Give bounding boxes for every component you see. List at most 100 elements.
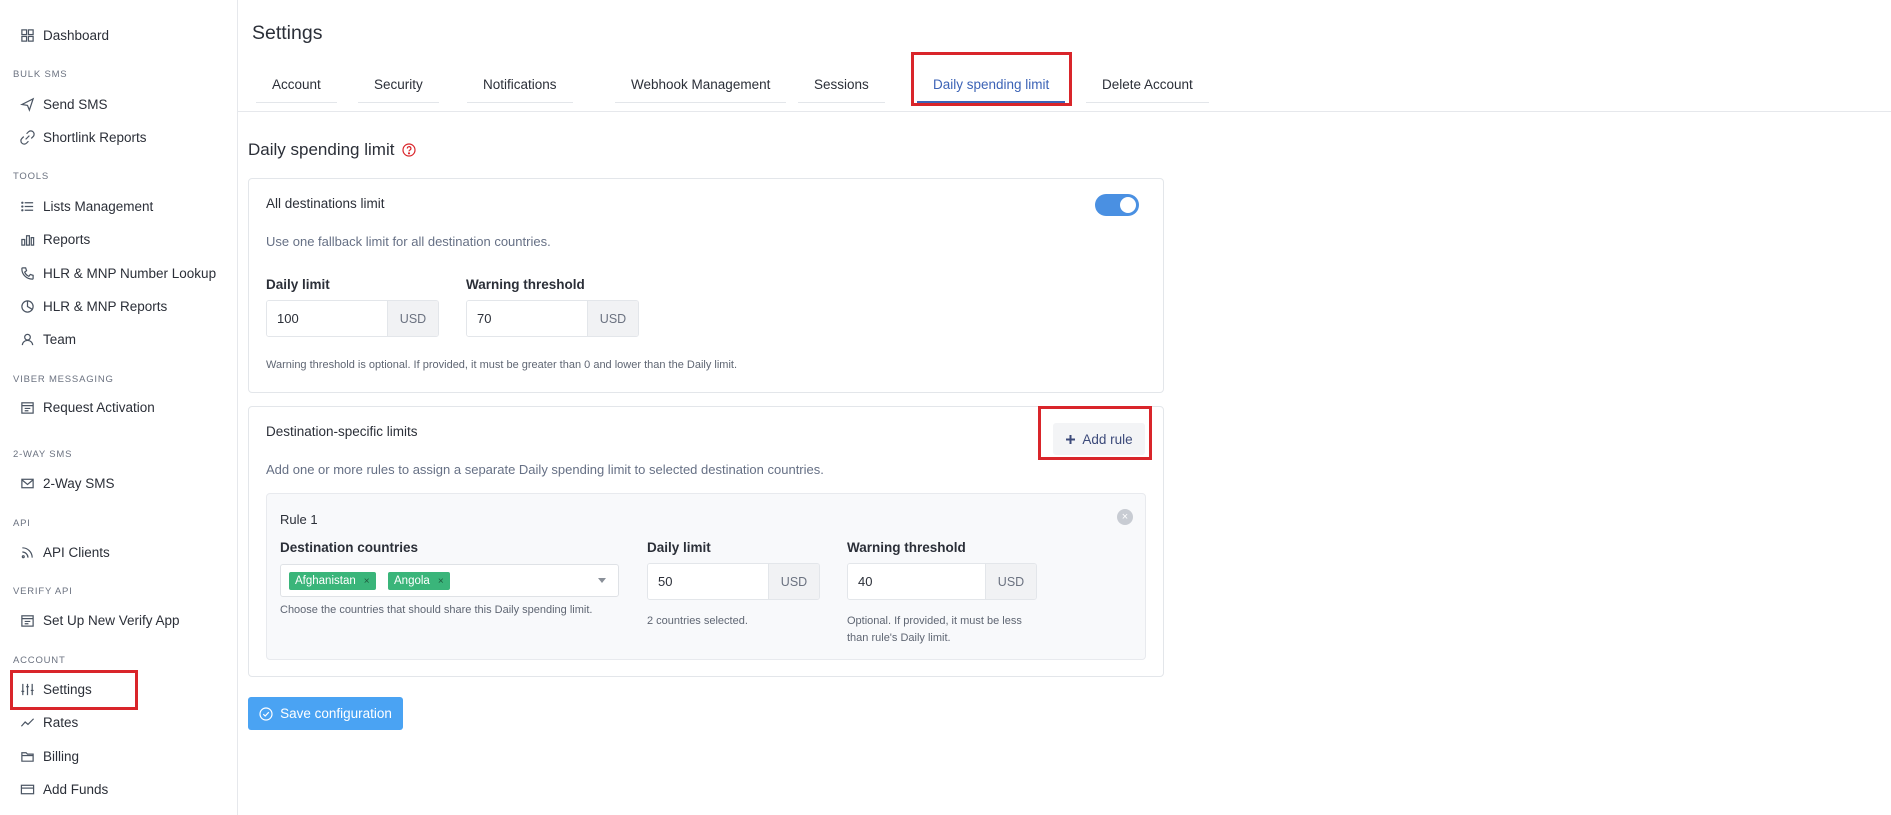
sidebar-item-label: Settings — [43, 681, 92, 697]
sidebar-item-hlr-reports[interactable]: HLR & MNP Reports — [20, 296, 167, 316]
daily-limit-label: Daily limit — [266, 277, 330, 292]
destination-countries-label: Destination countries — [280, 540, 419, 555]
settings-tabs: Account Security Notifications Webhook M… — [238, 58, 1891, 112]
tab-daily-spending-limit[interactable]: Daily spending limit — [917, 73, 1066, 103]
sidebar-section-2way: 2-WAY SMS — [13, 449, 73, 460]
rule-card: Rule 1 × Destination countries Afghanist… — [266, 493, 1146, 660]
country-chip: Afghanistan × — [289, 572, 376, 590]
currency-suffix: USD — [768, 564, 819, 599]
credit-card-icon — [20, 784, 35, 794]
sidebar-section-api: API — [13, 518, 31, 529]
destination-specific-desc: Add one or more rules to assign a separa… — [266, 462, 824, 477]
tab-security[interactable]: Security — [358, 73, 439, 103]
sidebar-item-label: Shortlink Reports — [43, 129, 147, 145]
sidebar-item-request-activation[interactable]: Request Activation — [20, 397, 155, 417]
sidebar-item-label: Dashboard — [43, 27, 110, 43]
mail-icon — [21, 478, 34, 488]
sidebar-item-api-clients[interactable]: API Clients — [20, 542, 110, 562]
close-icon[interactable]: × — [1117, 509, 1133, 525]
rule-title: Rule 1 — [280, 512, 318, 527]
sidebar-item-hlr-lookup[interactable]: HLR & MNP Number Lookup — [20, 263, 216, 283]
save-configuration-button[interactable]: Save configuration — [248, 697, 403, 730]
list-icon — [21, 201, 34, 211]
all-destinations-toggle[interactable] — [1095, 194, 1139, 216]
destination-specific-title: Destination-specific limits — [266, 424, 418, 439]
daily-limit-input-group: USD — [266, 300, 439, 337]
toggle-knob — [1120, 197, 1136, 213]
tab-notifications[interactable]: Notifications — [467, 73, 573, 103]
destination-countries-select[interactable]: Afghanistan × Angola × — [280, 564, 619, 597]
plus-icon — [1066, 434, 1076, 444]
warning-hint-line-1: Optional. If provided, it must be less — [847, 615, 1022, 627]
chip-label: Angola — [394, 575, 430, 587]
currency-suffix: USD — [587, 301, 638, 336]
page-title: Settings — [252, 22, 323, 44]
folder-icon — [21, 751, 34, 762]
sidebar-item-send-sms[interactable]: Send SMS — [20, 94, 108, 114]
sidebar-item-label: Reports — [43, 231, 91, 247]
warning-hint-line-2: than rule's Daily limit. — [847, 632, 951, 644]
all-destinations-desc: Use one fallback limit for all destinati… — [266, 234, 551, 249]
sidebar-item-label: Billing — [43, 748, 80, 764]
link-icon — [20, 129, 35, 145]
sidebar-item-verify-app[interactable]: Set Up New Verify App — [20, 610, 180, 630]
sidebar-item-team[interactable]: Team — [20, 329, 76, 349]
country-chip: Angola × — [388, 572, 450, 590]
rule-daily-limit-input[interactable] — [648, 564, 768, 599]
rss-icon — [21, 546, 33, 558]
rule-warning-threshold-input-group: USD — [847, 563, 1037, 600]
pie-icon — [21, 299, 34, 313]
destination-specific-card: Destination-specific limits Add rule Add… — [248, 406, 1164, 677]
section-title: Daily spending limit — [248, 140, 417, 160]
countries-hint: Choose the countries that should share t… — [280, 604, 593, 616]
currency-suffix: USD — [985, 564, 1036, 599]
sidebar-item-lists-management[interactable]: Lists Management — [20, 196, 153, 216]
phone-icon — [21, 266, 34, 280]
sidebar-section-bulk-sms: BULK SMS — [13, 69, 68, 80]
sidebar-section-tools: TOOLS — [13, 171, 50, 182]
add-rule-label: Add rule — [1082, 431, 1133, 447]
sidebar-item-dashboard[interactable]: Dashboard — [20, 25, 109, 45]
trend-icon — [20, 717, 35, 727]
sidebar: Dashboard BULK SMS Send SMS Shortlink Re… — [0, 0, 238, 815]
warning-threshold-input-group: USD — [466, 300, 639, 337]
warning-threshold-input[interactable] — [467, 301, 587, 336]
grid-icon — [21, 28, 34, 42]
sidebar-item-settings[interactable]: Settings — [20, 679, 92, 699]
check-circle-icon — [259, 706, 273, 721]
warning-threshold-label: Warning threshold — [466, 277, 585, 292]
help-icon[interactable] — [402, 143, 417, 157]
all-destinations-title: All destinations limit — [266, 196, 385, 211]
calendar-icon — [21, 614, 34, 627]
sidebar-item-label: Add Funds — [43, 781, 109, 797]
tab-sessions[interactable]: Sessions — [798, 73, 885, 103]
chip-label: Afghanistan — [295, 575, 356, 587]
remove-chip-icon[interactable]: × — [438, 576, 444, 587]
tab-delete-account[interactable]: Delete Account — [1086, 73, 1209, 103]
daily-limit-input[interactable] — [267, 301, 387, 336]
tab-webhook-management[interactable]: Webhook Management — [615, 73, 787, 103]
sidebar-item-2way-sms[interactable]: 2-Way SMS — [20, 473, 115, 493]
add-rule-button[interactable]: Add rule — [1053, 423, 1145, 455]
main-content: Settings Account Security Notifications … — [238, 0, 1891, 815]
warning-hint: Warning threshold is optional. If provid… — [266, 359, 738, 371]
section-title-text: Daily spending limit — [248, 140, 395, 159]
sidebar-item-reports[interactable]: Reports — [20, 229, 90, 249]
sidebar-item-label: Request Activation — [43, 399, 155, 415]
all-destinations-card: All destinations limit Use one fallback … — [248, 178, 1164, 393]
sidebar-item-shortlink-reports[interactable]: Shortlink Reports — [20, 127, 147, 147]
rule-warning-threshold-input[interactable] — [848, 564, 985, 599]
sidebar-item-billing[interactable]: Billing — [20, 746, 79, 766]
daily-hint: 2 countries selected. — [647, 615, 748, 627]
sidebar-item-label: HLR & MNP Reports — [43, 298, 168, 314]
remove-chip-icon[interactable]: × — [364, 576, 370, 587]
sidebar-item-add-funds[interactable]: Add Funds — [20, 779, 108, 799]
chevron-down-icon[interactable] — [598, 578, 606, 583]
tab-account[interactable]: Account — [256, 73, 337, 103]
save-configuration-label: Save configuration — [280, 706, 392, 721]
sidebar-item-label: Set Up New Verify App — [43, 612, 180, 628]
rule-daily-limit-label: Daily limit — [647, 540, 711, 555]
currency-suffix: USD — [387, 301, 438, 336]
sidebar-section-viber: VIBER MESSAGING — [13, 374, 114, 385]
sidebar-item-rates[interactable]: Rates — [20, 712, 78, 732]
